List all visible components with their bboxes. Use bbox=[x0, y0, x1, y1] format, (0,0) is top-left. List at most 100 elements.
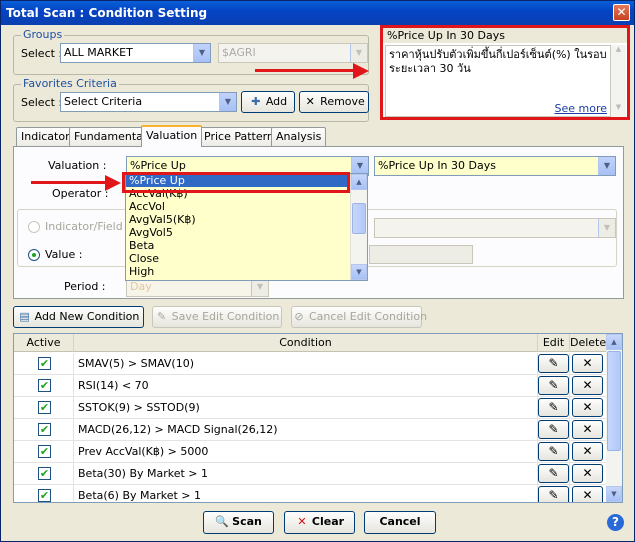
scroll-down-icon[interactable]: ▼ bbox=[611, 103, 626, 117]
tab-analysis[interactable]: Analysis bbox=[271, 127, 327, 146]
pencil-icon[interactable]: ✎ bbox=[538, 442, 569, 461]
indicator-field-radio[interactable] bbox=[28, 221, 40, 233]
search-icon: 🔍 bbox=[215, 515, 229, 528]
valuation-period-combo[interactable]: %Price Up In 30 Days ▼ bbox=[374, 156, 616, 176]
tab-fundamental[interactable]: Fundamental bbox=[69, 127, 151, 146]
scroll-thumb[interactable] bbox=[607, 351, 621, 451]
scroll-thumb[interactable] bbox=[352, 203, 366, 234]
condition-description-panel: %Price Up In 30 Days ราคาหุ้นปรับตัวเพิ่… bbox=[380, 25, 630, 120]
delete-icon[interactable]: ✕ bbox=[572, 486, 603, 502]
list-item[interactable]: High bbox=[126, 265, 367, 278]
scroll-up-icon[interactable]: ▲ bbox=[606, 334, 622, 350]
pencil-icon[interactable]: ✎ bbox=[538, 354, 569, 373]
table-row[interactable]: ✔ SMAV(5) > SMAV(10) ✎ ✕ bbox=[14, 353, 607, 375]
table-row[interactable]: ✔ Prev AccVal(K฿) > 5000 ✎ ✕ bbox=[14, 441, 607, 463]
delete-icon[interactable]: ✕ bbox=[572, 398, 603, 417]
pencil-icon[interactable]: ✎ bbox=[538, 398, 569, 417]
table-row[interactable]: ✔ Beta(6) By Market > 1 ✎ ✕ bbox=[14, 485, 607, 502]
condition-cell: Beta(6) By Market > 1 bbox=[74, 485, 538, 502]
save-edit-condition-label: Save Edit Condition bbox=[171, 310, 280, 323]
active-cell: ✔ bbox=[14, 441, 74, 462]
cancel-icon: ⊘ bbox=[294, 310, 304, 323]
pencil-icon[interactable]: ✎ bbox=[538, 464, 569, 483]
delete-icon[interactable]: ✕ bbox=[572, 464, 603, 483]
chevron-down-icon[interactable]: ▼ bbox=[193, 44, 210, 62]
scroll-up-icon[interactable]: ▲ bbox=[351, 174, 367, 190]
annotation-arrowhead bbox=[105, 175, 121, 191]
cancel-edit-condition-button[interactable]: ⊘ Cancel Edit Condition bbox=[291, 306, 427, 328]
pencil-icon[interactable]: ✎ bbox=[538, 420, 569, 439]
criteria-combo[interactable]: Select Criteria ▼ bbox=[60, 92, 237, 112]
delete-cell: ✕ bbox=[570, 397, 607, 418]
close-button[interactable]: ✕ bbox=[613, 4, 630, 21]
chevron-down-icon: ▼ bbox=[350, 44, 367, 62]
active-checkbox[interactable]: ✔ bbox=[38, 423, 51, 436]
dropdown-scrollbar[interactable]: ▲ ▼ bbox=[350, 174, 367, 280]
column-header: Condition bbox=[74, 334, 538, 352]
help-icon[interactable]: ? bbox=[607, 514, 624, 531]
market-combo-value: ALL MARKET bbox=[64, 46, 133, 59]
condition-cell: MACD(26,12) > MACD Signal(26,12) bbox=[74, 419, 538, 440]
table-row[interactable]: ✔ SSTOK(9) > SSTOD(9) ✎ ✕ bbox=[14, 397, 607, 419]
scan-button[interactable]: 🔍 Scan bbox=[203, 511, 274, 534]
annotation-arrow bbox=[255, 69, 355, 72]
active-checkbox[interactable]: ✔ bbox=[38, 467, 51, 480]
add-new-condition-button[interactable]: ▤ Add New Condition bbox=[13, 306, 144, 328]
cancel-edit-condition-label: Cancel Edit Condition bbox=[309, 310, 428, 323]
market-combo[interactable]: ALL MARKET ▼ bbox=[60, 43, 211, 63]
clear-button[interactable]: ✕ Clear bbox=[284, 511, 355, 534]
scroll-down-icon[interactable]: ▼ bbox=[351, 264, 367, 280]
valuation-label: Valuation : bbox=[48, 159, 107, 172]
chevron-down-icon[interactable]: ▼ bbox=[598, 157, 615, 175]
delete-icon[interactable]: ✕ bbox=[572, 420, 603, 439]
active-checkbox[interactable]: ✔ bbox=[38, 401, 51, 414]
table-row[interactable]: ✔ RSI(14) < 70 ✎ ✕ bbox=[14, 375, 607, 397]
condition-cell: SSTOK(9) > SSTOD(9) bbox=[74, 397, 538, 418]
table-row[interactable]: ✔ Beta(30) By Market > 1 ✎ ✕ bbox=[14, 463, 607, 485]
value-input[interactable] bbox=[369, 245, 473, 264]
active-checkbox[interactable]: ✔ bbox=[38, 379, 51, 392]
description-scrollbar[interactable]: ▲ ▼ bbox=[611, 45, 626, 117]
scroll-up-icon[interactable]: ▲ bbox=[611, 45, 626, 59]
active-checkbox[interactable]: ✔ bbox=[38, 357, 51, 370]
table-row[interactable]: ✔ MACD(26,12) > MACD Signal(26,12) ✎ ✕ bbox=[14, 419, 607, 441]
window-titlebar[interactable]: Total Scan : Condition Setting ✕ bbox=[1, 1, 634, 25]
cancel-button[interactable]: Cancel bbox=[364, 511, 436, 534]
edit-cell: ✎ bbox=[538, 463, 570, 484]
save-edit-condition-button[interactable]: ✎ Save Edit Condition bbox=[152, 306, 282, 328]
tab-price-pattern[interactable]: Price Pattern bbox=[199, 127, 279, 146]
active-checkbox[interactable]: ✔ bbox=[38, 489, 51, 502]
column-header: Delete bbox=[570, 334, 607, 352]
list-item[interactable]: Beta bbox=[126, 239, 367, 252]
active-cell: ✔ bbox=[14, 375, 74, 396]
delete-cell: ✕ bbox=[570, 463, 607, 484]
table-header: Active Condition Edit Delete bbox=[14, 334, 607, 352]
see-more-link[interactable]: See more bbox=[554, 102, 607, 115]
tab-indicator[interactable]: Indicator bbox=[16, 127, 75, 146]
list-item[interactable]: Close bbox=[126, 252, 367, 265]
delete-cell: ✕ bbox=[570, 485, 607, 502]
pencil-icon[interactable]: ✎ bbox=[538, 486, 569, 502]
add-criteria-icon: ✚ bbox=[251, 95, 261, 108]
table-scrollbar[interactable]: ▲ ▼ bbox=[606, 334, 622, 502]
add-favorite-button[interactable]: ✚ Add bbox=[241, 91, 295, 113]
scroll-down-icon[interactable]: ▼ bbox=[606, 486, 622, 502]
delete-cell: ✕ bbox=[570, 441, 607, 462]
edit-cell: ✎ bbox=[538, 397, 570, 418]
list-item[interactable]: AvgVol5 bbox=[126, 226, 367, 239]
criteria-combo-value: Select Criteria bbox=[64, 95, 143, 108]
value-radio[interactable] bbox=[28, 249, 40, 261]
active-cell: ✔ bbox=[14, 353, 74, 374]
pencil-icon[interactable]: ✎ bbox=[538, 376, 569, 395]
list-item[interactable]: AccVol bbox=[126, 200, 367, 213]
delete-cell: ✕ bbox=[570, 353, 607, 374]
chevron-down-icon[interactable]: ▼ bbox=[219, 93, 236, 111]
delete-icon[interactable]: ✕ bbox=[572, 442, 603, 461]
list-item[interactable]: AvgVal5(K฿) bbox=[126, 213, 367, 226]
delete-icon[interactable]: ✕ bbox=[572, 354, 603, 373]
delete-icon[interactable]: ✕ bbox=[572, 376, 603, 395]
remove-favorite-button[interactable]: ✕ Remove bbox=[299, 91, 369, 113]
tab-valuation[interactable]: Valuation bbox=[141, 125, 203, 147]
active-cell: ✔ bbox=[14, 419, 74, 440]
active-checkbox[interactable]: ✔ bbox=[38, 445, 51, 458]
